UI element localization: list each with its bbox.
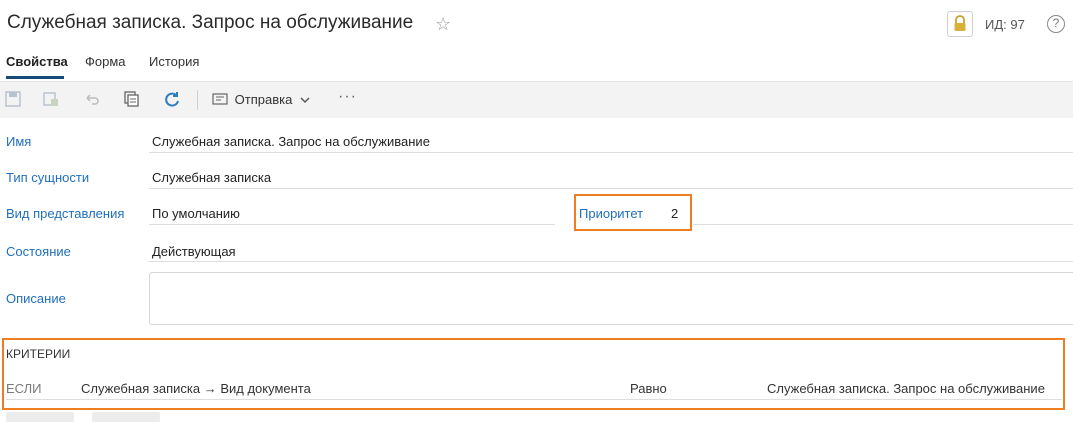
field-value-entity-type[interactable]: Служебная записка: [152, 170, 271, 185]
send-icon: [212, 93, 228, 105]
toolbar-separator: [197, 90, 198, 110]
lock-button[interactable]: [947, 11, 973, 37]
field-underline: [149, 152, 1073, 153]
star-icon[interactable]: ☆: [435, 14, 451, 35]
lock-icon: [954, 15, 966, 31]
bottom-button[interactable]: [6, 412, 74, 422]
priority-highlight: [574, 194, 692, 231]
send-button[interactable]: Отправка: [212, 92, 310, 107]
criteria-highlight: [2, 338, 1065, 410]
id-label: ИД: 97: [985, 17, 1025, 32]
field-label-description: Описание: [6, 291, 66, 306]
undo-icon[interactable]: [83, 90, 101, 113]
field-value-view[interactable]: По умолчанию: [152, 206, 240, 221]
help-icon[interactable]: ?: [1047, 15, 1065, 33]
save-as-icon[interactable]: [42, 90, 60, 113]
tab-properties[interactable]: Свойства: [6, 54, 68, 69]
field-label-state: Состояние: [6, 244, 71, 259]
send-label: Отправка: [234, 92, 293, 107]
field-underline: [149, 261, 1073, 262]
chevron-down-icon: [300, 97, 310, 104]
refresh-icon[interactable]: [163, 90, 181, 113]
save-icon[interactable]: [4, 90, 22, 113]
bottom-button[interactable]: [92, 412, 160, 422]
copy-icon[interactable]: [123, 90, 141, 113]
tab-form[interactable]: Форма: [85, 54, 126, 69]
field-label-name: Имя: [6, 134, 32, 149]
toolbar: Отправка ···: [0, 82, 1073, 118]
page-title: Служебная записка. Запрос на обслуживани…: [7, 12, 414, 33]
more-icon[interactable]: ···: [338, 88, 357, 106]
field-underline: [149, 188, 1073, 189]
field-value-state[interactable]: Действующая: [152, 244, 236, 259]
active-tab-indicator: [6, 76, 64, 79]
tab-history[interactable]: История: [149, 54, 199, 69]
field-value-name[interactable]: Служебная записка. Запрос на обслуживани…: [152, 134, 430, 149]
description-textarea[interactable]: [149, 272, 1073, 325]
field-label-entity-type: Тип сущности: [6, 170, 90, 185]
field-underline: [149, 224, 555, 225]
field-label-view: Вид представления: [6, 206, 125, 221]
field-underline: [693, 224, 1073, 225]
